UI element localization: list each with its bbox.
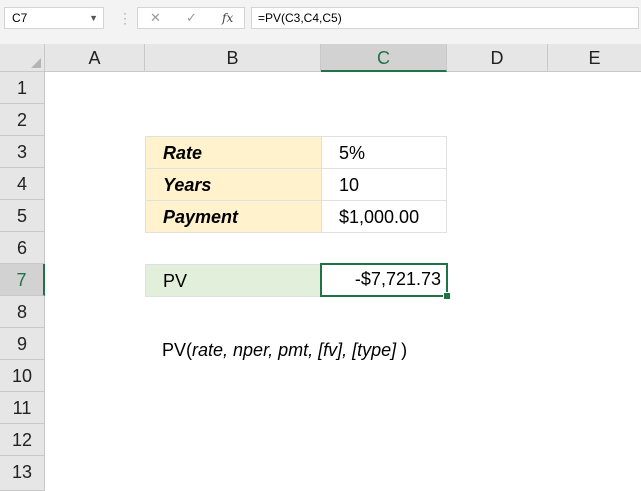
row-header-11[interactable]: 11 [0, 392, 45, 424]
cell-c4[interactable]: 10 [321, 168, 447, 201]
syntax-suffix: ) [396, 340, 408, 360]
select-all-button[interactable] [0, 44, 45, 72]
formula-bar-grip[interactable]: ⋮ [118, 10, 132, 26]
row-header-3[interactable]: 3 [0, 136, 45, 168]
enter-icon[interactable]: ✓ [186, 10, 197, 26]
column-header-a[interactable]: A [45, 44, 145, 72]
pv-label: PV [163, 271, 188, 291]
payment-label: Payment [163, 207, 239, 227]
rate-label: Rate [163, 143, 203, 163]
row-header-6[interactable]: 6 [0, 232, 45, 264]
fill-handle[interactable] [443, 292, 451, 300]
row-header-7[interactable]: 7 [0, 264, 45, 296]
row-header-1[interactable]: 1 [0, 72, 45, 104]
chevron-down-icon[interactable]: ▼ [89, 8, 98, 28]
row-header-10[interactable]: 10 [0, 360, 45, 392]
column-header-d[interactable]: D [447, 44, 548, 72]
name-box[interactable]: C7 ▼ [4, 7, 104, 29]
payment-value: $1,000.00 [339, 207, 420, 227]
column-header-e[interactable]: E [548, 44, 641, 72]
rate-value: 5% [339, 143, 366, 163]
cell-b5[interactable]: Payment [145, 200, 322, 233]
column-header-c[interactable]: C [321, 44, 447, 72]
select-all-icon [31, 58, 41, 68]
row-header-4[interactable]: 4 [0, 168, 45, 200]
years-label: Years [163, 175, 212, 195]
cell-b3[interactable]: Rate [145, 136, 322, 169]
formula-buttons: ✕ ✓ fx [137, 7, 245, 29]
cell-b4[interactable]: Years [145, 168, 322, 201]
pv-value: -$7,721.73 [354, 269, 441, 289]
cell-c7-selected[interactable]: -$7,721.73 [320, 263, 448, 297]
cell-b7[interactable]: PV [145, 264, 322, 297]
syntax-prefix: PV( [162, 340, 193, 360]
cancel-icon[interactable]: ✕ [150, 10, 161, 26]
years-value: 10 [339, 175, 360, 195]
row-header-9[interactable]: 9 [0, 328, 45, 360]
row-header-8[interactable]: 8 [0, 296, 45, 328]
name-box-value: C7 [12, 11, 28, 25]
syntax-args: rate, nper, pmt, [fv], [type] [192, 340, 397, 360]
row-header-5[interactable]: 5 [0, 200, 45, 232]
formula-input[interactable]: =PV(C3,C4,C5) [251, 7, 639, 29]
row-header-2[interactable]: 2 [0, 104, 45, 136]
pv-syntax-text[interactable]: PV(rate, nper, pmt, [fv], [type] ) [162, 334, 407, 366]
formula-bar: C7 ▼ ⋮ ✕ ✓ fx =PV(C3,C4,C5) [0, 0, 641, 44]
cell-c3[interactable]: 5% [321, 136, 447, 169]
insert-function-icon[interactable]: fx [222, 11, 233, 25]
cell-c5[interactable]: $1,000.00 [321, 200, 447, 233]
row-header-13[interactable]: 13 [0, 456, 45, 491]
column-header-b[interactable]: B [145, 44, 321, 72]
row-header-12[interactable]: 12 [0, 424, 45, 456]
